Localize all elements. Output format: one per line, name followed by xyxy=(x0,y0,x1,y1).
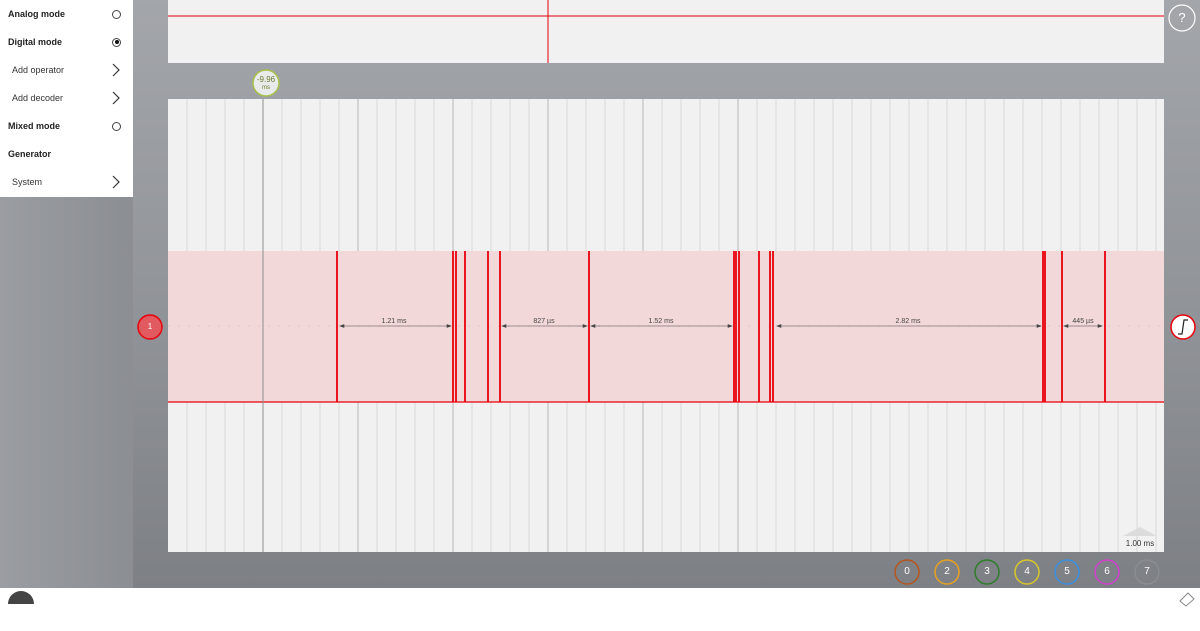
channel-button-label: 7 xyxy=(1144,566,1150,577)
cursor-time-unit: ms xyxy=(262,85,270,91)
overview-panel[interactable] xyxy=(168,0,1164,63)
signal-band xyxy=(168,251,1164,402)
channel-button-label: 2 xyxy=(944,566,950,577)
channel-button-label: 5 xyxy=(1064,566,1070,577)
channel-button-label: 3 xyxy=(984,566,990,577)
measurement-label: 1.52 ms xyxy=(648,318,674,325)
cursor-time-value: -9.96 xyxy=(256,75,276,84)
measurement-label: 445 µs xyxy=(1072,318,1094,325)
time-scale-label[interactable]: 1.00 ms xyxy=(1118,539,1162,548)
measurement-label: 2.82 ms xyxy=(895,318,921,325)
channel-button-label: 0 xyxy=(904,566,910,577)
help-icon: ? xyxy=(1178,10,1186,25)
measurement-label: 1.21 ms xyxy=(381,318,407,325)
eraser-icon[interactable] xyxy=(1179,592,1195,607)
channel-button-label: 4 xyxy=(1024,566,1030,577)
channel-1-label: 1 xyxy=(147,322,153,331)
scope-display xyxy=(8,0,1196,607)
partial-circle-icon[interactable] xyxy=(8,591,34,604)
channel-button-label: 6 xyxy=(1104,566,1110,577)
measurement-label: 827 µs xyxy=(533,318,555,325)
